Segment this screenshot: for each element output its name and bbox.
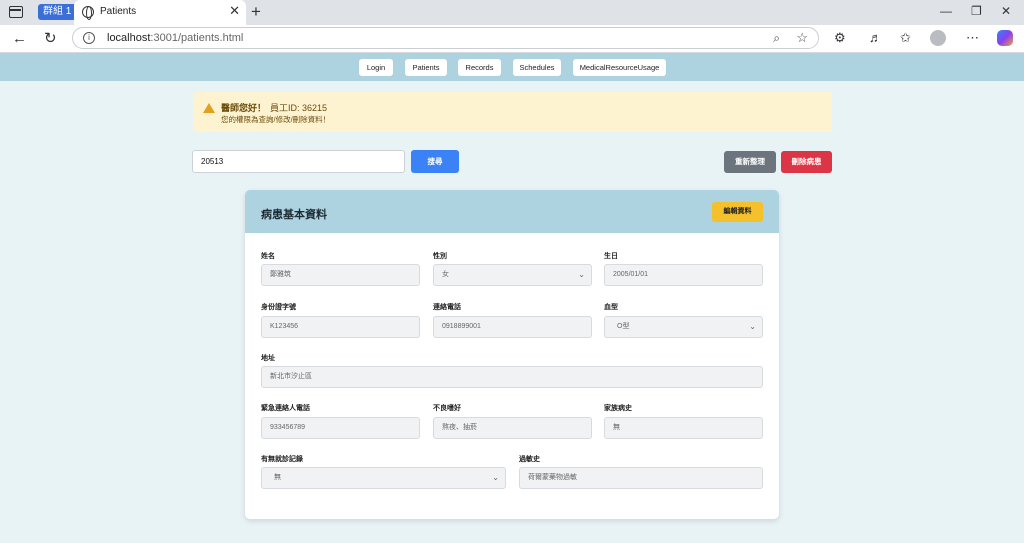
- minimize-icon[interactable]: —: [940, 4, 952, 18]
- family-history-field[interactable]: 無: [604, 417, 763, 439]
- reset-button[interactable]: 重新整理: [724, 151, 776, 173]
- phone-label: 連絡電話: [433, 304, 461, 311]
- tab-group-chip[interactable]: 群組 1: [38, 4, 77, 20]
- gender-value: 女: [442, 271, 449, 278]
- blood-type-value: O型: [617, 323, 630, 330]
- read-aloud-icon[interactable]: ♬: [869, 30, 882, 46]
- chevron-down-icon: ⌄: [578, 270, 585, 279]
- birthday-field[interactable]: 2005/01/01: [604, 264, 763, 286]
- address-field[interactable]: 新北市汐止區: [261, 366, 763, 388]
- url-text: localhost:3001/patients.html: [107, 32, 244, 44]
- warning-icon: [203, 103, 215, 113]
- visit-record-label: 有無就診記錄: [261, 456, 303, 463]
- bad-habits-field[interactable]: 熬夜、抽菸: [433, 417, 592, 439]
- back-icon[interactable]: ←: [12, 30, 27, 48]
- family-history-label: 家族病史: [604, 405, 632, 412]
- more-menu-icon[interactable]: ⋯: [966, 30, 979, 46]
- alert-greeting: 醫師您好！: [221, 103, 267, 113]
- close-tab-icon[interactable]: ✕: [229, 4, 240, 18]
- chevron-down-icon: ⌄: [492, 473, 499, 482]
- gender-select[interactable]: 女 ⌄: [433, 264, 592, 286]
- nav-medical-resource-usage[interactable]: MedicalResourceUsage: [573, 59, 666, 76]
- zoom-icon[interactable]: ⌕: [773, 31, 780, 46]
- delete-patient-button[interactable]: 刪除病患: [781, 151, 832, 173]
- nav-records[interactable]: Records: [458, 59, 501, 76]
- extensions-icon[interactable]: ⚙: [834, 30, 846, 46]
- copilot-icon[interactable]: [997, 30, 1013, 46]
- globe-icon: [82, 6, 94, 20]
- address-label: 地址: [261, 355, 275, 362]
- reload-icon[interactable]: ↻: [44, 30, 57, 48]
- favorites-icon[interactable]: ✩: [900, 30, 911, 46]
- name-field[interactable]: 鄭雅筑: [261, 264, 420, 286]
- id-number-label: 身份證字號: [261, 304, 296, 311]
- site-nav: Login Patients Records Schedules Medical…: [0, 53, 1024, 81]
- new-tab-icon[interactable]: +: [251, 2, 261, 22]
- tab-actions-icon[interactable]: [9, 6, 23, 18]
- patient-search-input[interactable]: 20513: [192, 150, 405, 173]
- nav-patients[interactable]: Patients: [405, 59, 447, 76]
- allergy-label: 過敏史: [519, 456, 540, 463]
- name-label: 姓名: [261, 253, 275, 260]
- window-close-icon[interactable]: ✕: [1001, 4, 1011, 18]
- alert-note: 您的權限為查詢/修改/刪除資料！: [221, 115, 331, 124]
- browser-tab-bar: 群組 1 Patients ✕ + — ❐ ✕: [0, 0, 1024, 25]
- birthday-label: 生日: [604, 253, 618, 260]
- alert-staff-id: 員工ID: 36215: [270, 103, 328, 113]
- bad-habits-label: 不良嗜好: [433, 405, 461, 412]
- restore-icon[interactable]: ❐: [971, 4, 982, 18]
- site-info-icon[interactable]: i: [83, 32, 95, 44]
- blood-type-label: 血型: [604, 304, 618, 311]
- nav-login[interactable]: Login: [359, 59, 393, 76]
- browser-tab-patients[interactable]: Patients ✕: [74, 0, 246, 25]
- gender-label: 性別: [433, 253, 447, 260]
- emergency-phone-field[interactable]: 933456789: [261, 417, 420, 439]
- chevron-down-icon: ⌄: [749, 322, 756, 331]
- emergency-phone-label: 緊急連絡人電話: [261, 405, 310, 412]
- visit-record-value: 無: [274, 474, 281, 481]
- id-number-field[interactable]: K123456: [261, 316, 420, 338]
- nav-schedules[interactable]: Schedules: [513, 59, 561, 76]
- card-header: 病患基本資料 編輯資料: [245, 190, 779, 233]
- phone-field[interactable]: 0918899001: [433, 316, 592, 338]
- search-button[interactable]: 搜尋: [411, 150, 459, 173]
- permission-alert: 醫師您好！ 員工ID: 36215 您的權限為查詢/修改/刪除資料！: [193, 92, 832, 132]
- favorite-star-icon[interactable]: ☆: [796, 30, 808, 46]
- visit-record-select[interactable]: 無 ⌄: [261, 467, 506, 489]
- browser-toolbar: ← ↻ i localhost:3001/patients.html ⌕ ☆ ⚙…: [0, 25, 1024, 53]
- address-bar[interactable]: i localhost:3001/patients.html ⌕ ☆: [72, 27, 819, 49]
- profile-avatar[interactable]: [930, 30, 946, 46]
- allergy-field[interactable]: 荷爾蒙藥物過敏: [519, 467, 763, 489]
- tab-title: Patients: [100, 6, 137, 17]
- card-title: 病患基本資料: [261, 209, 327, 221]
- patient-info-card: 病患基本資料 編輯資料 姓名 鄭雅筑 性別 女 ⌄ 生日 2005/01/01 …: [245, 190, 779, 519]
- edit-button[interactable]: 編輯資料: [712, 202, 763, 222]
- blood-type-select[interactable]: O型 ⌄: [604, 316, 763, 338]
